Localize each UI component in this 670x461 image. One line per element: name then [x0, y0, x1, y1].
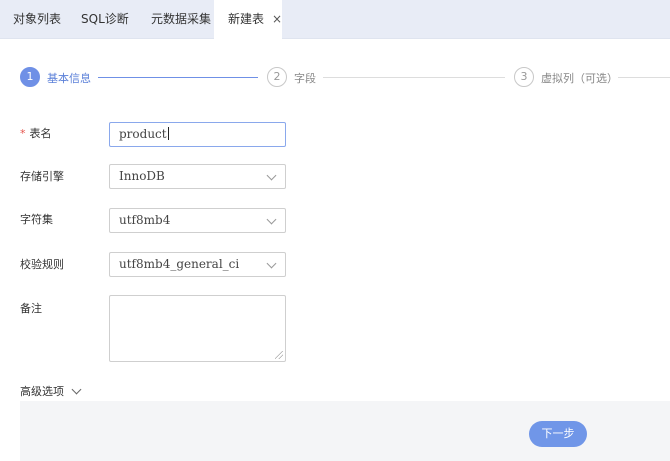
step-3-number: 3 — [514, 67, 534, 87]
advanced-options-toggle[interactable]: 高级选项 — [20, 383, 82, 399]
chevron-down-icon — [266, 258, 277, 269]
chevron-down-icon — [266, 214, 277, 225]
table-name-label-text: 表名 — [29, 127, 52, 140]
tab-label: 元数据采集 — [151, 12, 212, 26]
collation-value: utf8mb4_general_ci — [119, 257, 240, 271]
resize-grip-icon[interactable] — [275, 351, 283, 359]
collation-select[interactable]: utf8mb4_general_ci — [109, 252, 286, 277]
step-connector-1 — [98, 77, 258, 78]
step-1-number: 1 — [20, 67, 40, 87]
step-2-label: 字段 — [294, 72, 316, 85]
table-name-label: * 表名 — [20, 125, 52, 141]
text-cursor — [167, 127, 169, 140]
required-mark: * — [20, 127, 26, 140]
comment-textarea[interactable] — [109, 295, 286, 362]
step-connector-2 — [323, 77, 505, 78]
footer-bar: 下一步 — [20, 401, 670, 461]
tab-label: 新建表 — [228, 12, 265, 26]
engine-label: 存储引擎 — [20, 170, 64, 183]
comment-label: 备注 — [20, 302, 42, 315]
tab-bar: 对象列表 SQL诊断 元数据采集 新建表 × — [0, 0, 670, 39]
tab-object-list[interactable]: 对象列表 — [13, 0, 61, 38]
engine-select[interactable]: InnoDB — [109, 164, 286, 189]
step-1-label: 基本信息 — [47, 72, 91, 85]
next-step-button[interactable]: 下一步 — [529, 421, 587, 447]
close-icon[interactable]: × — [272, 12, 282, 26]
tab-label: 对象列表 — [13, 12, 62, 26]
chevron-down-icon — [266, 170, 277, 181]
charset-select[interactable]: utf8mb4 — [109, 208, 286, 233]
advanced-options-label: 高级选项 — [20, 385, 64, 398]
charset-value: utf8mb4 — [119, 213, 171, 227]
collation-label: 校验规则 — [20, 258, 64, 271]
step-2-number: 2 — [267, 67, 287, 87]
engine-value: InnoDB — [119, 169, 165, 183]
tab-metadata-collection[interactable]: 元数据采集 — [151, 0, 211, 38]
table-name-value: product — [119, 127, 167, 141]
step-3-label: 虚拟列（可选） — [541, 72, 618, 85]
step-connector-3 — [618, 77, 670, 78]
table-name-input[interactable]: product — [109, 122, 286, 147]
tab-label: SQL诊断 — [81, 12, 129, 26]
charset-label: 字符集 — [20, 213, 53, 226]
tab-sql-diagnosis[interactable]: SQL诊断 — [81, 0, 129, 38]
tab-new-table[interactable]: 新建表 × — [214, 0, 282, 39]
chevron-down-icon — [71, 384, 82, 395]
